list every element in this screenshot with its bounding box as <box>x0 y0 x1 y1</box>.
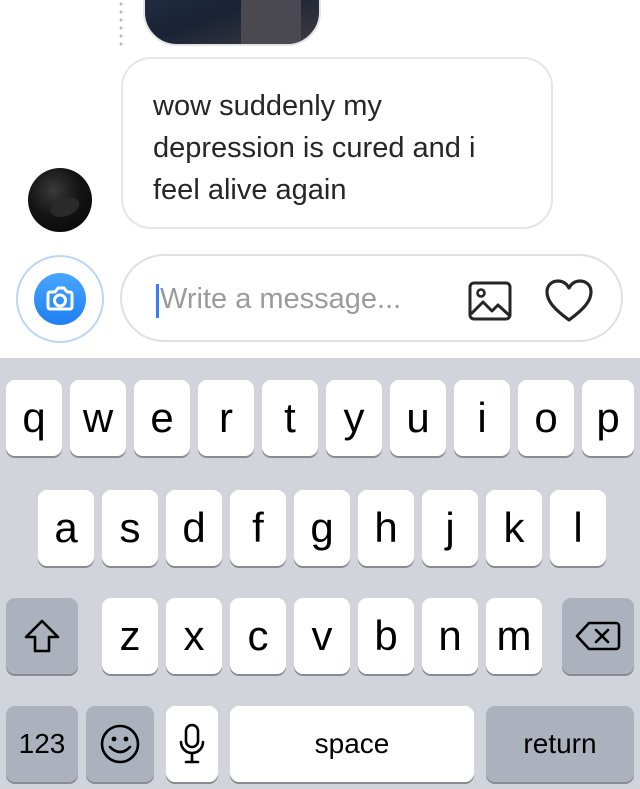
text-caret <box>156 284 159 318</box>
key-r[interactable]: r <box>198 380 254 456</box>
key-p[interactable]: p <box>582 380 634 456</box>
key-label: n <box>438 612 462 659</box>
key-l[interactable]: l <box>550 490 606 566</box>
return-key[interactable]: return <box>486 706 634 782</box>
key-label: q <box>22 394 46 441</box>
key-b[interactable]: b <box>358 598 414 674</box>
sender-avatar[interactable] <box>28 168 92 232</box>
key-label: z <box>119 612 141 659</box>
key-label: g <box>310 504 334 551</box>
space-key[interactable]: space <box>230 706 474 782</box>
shift-icon <box>24 619 60 653</box>
key-n[interactable]: n <box>422 598 478 674</box>
key-j[interactable]: j <box>422 490 478 566</box>
microphone-icon <box>179 723 205 764</box>
key-label: w <box>82 394 114 441</box>
photo-content <box>241 0 301 44</box>
key-label: x <box>183 612 205 659</box>
key-label: o <box>534 394 558 441</box>
key-label: a <box>54 504 78 551</box>
key-c[interactable]: c <box>230 598 286 674</box>
backspace-icon <box>575 621 621 651</box>
key-label: d <box>182 504 206 551</box>
key-label: p <box>596 394 620 441</box>
key-i[interactable]: i <box>454 380 510 456</box>
numbers-key[interactable]: 123 <box>6 706 78 782</box>
key-label: u <box>406 394 430 441</box>
message-input[interactable] <box>160 278 450 320</box>
camera-icon <box>34 273 86 325</box>
key-f[interactable]: f <box>230 490 286 566</box>
emoji-icon <box>100 724 140 764</box>
camera-button[interactable] <box>16 255 104 343</box>
message-bubble[interactable]: wow suddenly my depression is cured and … <box>121 57 553 229</box>
key-o[interactable]: o <box>518 380 574 456</box>
key-y[interactable]: y <box>326 380 382 456</box>
key-label: l <box>573 504 583 551</box>
key-q[interactable]: q <box>6 380 62 456</box>
key-x[interactable]: x <box>166 598 222 674</box>
key-label: h <box>374 504 398 551</box>
key-label: b <box>374 612 398 659</box>
avatar-image <box>47 193 83 221</box>
space-key-label: space <box>314 728 390 759</box>
shift-key[interactable] <box>6 598 78 674</box>
key-u[interactable]: u <box>390 380 446 456</box>
key-z[interactable]: z <box>102 598 158 674</box>
gallery-icon[interactable] <box>468 281 512 321</box>
key-label: r <box>219 394 233 441</box>
key-label: m <box>496 612 532 659</box>
key-label: i <box>477 394 487 441</box>
key-s[interactable]: s <box>102 490 158 566</box>
key-v[interactable]: v <box>294 598 350 674</box>
key-e[interactable]: e <box>134 380 190 456</box>
backspace-key[interactable] <box>562 598 634 674</box>
chat-thread: wow suddenly my depression is cured and … <box>0 0 640 358</box>
key-label: k <box>503 504 525 551</box>
key-label: f <box>252 504 264 551</box>
key-label: e <box>150 394 174 441</box>
previous-photo-message[interactable] <box>143 0 321 46</box>
key-label: c <box>247 612 269 659</box>
heart-icon[interactable] <box>544 278 594 324</box>
emoji-key[interactable] <box>86 706 154 782</box>
key-h[interactable]: h <box>358 490 414 566</box>
key-t[interactable]: t <box>262 380 318 456</box>
key-k[interactable]: k <box>486 490 542 566</box>
message-text: wow suddenly my depression is cured and … <box>153 90 476 206</box>
on-screen-keyboard: q w e r t y u i o p a s d f g h j k l z … <box>0 358 640 789</box>
key-label: j <box>445 504 455 551</box>
key-label: v <box>311 612 333 659</box>
key-w[interactable]: w <box>70 380 126 456</box>
key-label: y <box>343 394 365 441</box>
dictation-key[interactable] <box>166 706 218 782</box>
numbers-key-label: 123 <box>18 728 66 759</box>
key-g[interactable]: g <box>294 490 350 566</box>
return-key-label: return <box>523 728 597 759</box>
key-d[interactable]: d <box>166 490 222 566</box>
key-label: s <box>119 504 141 551</box>
key-label: t <box>284 394 296 441</box>
key-m[interactable]: m <box>486 598 542 674</box>
key-a[interactable]: a <box>38 490 94 566</box>
message-composer[interactable] <box>120 254 623 342</box>
thread-divider <box>119 0 123 50</box>
